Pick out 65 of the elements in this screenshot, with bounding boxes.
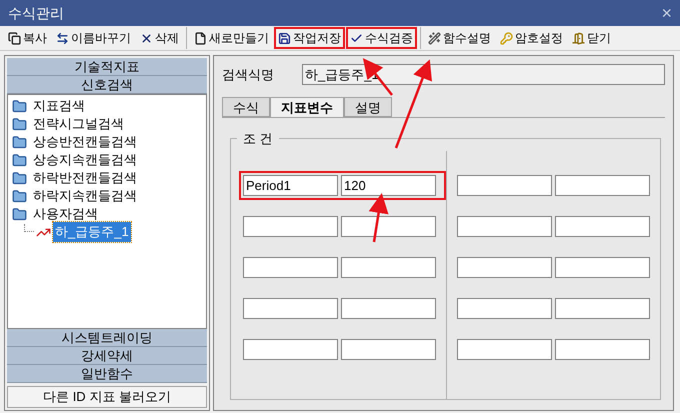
tree-connector bbox=[24, 224, 34, 232]
magic-wand-icon bbox=[428, 32, 441, 44]
input-field[interactable] bbox=[457, 257, 552, 278]
toolbar-button[interactable]: 이름바꾸기 bbox=[52, 27, 135, 49]
tree-item[interactable]: 사용자검색 bbox=[31, 204, 100, 224]
copy-icon bbox=[8, 32, 21, 44]
load-button[interactable]: 다른 ID 지표 불러오기 bbox=[7, 386, 207, 408]
tree-item[interactable]: 전략시그널검색 bbox=[31, 114, 126, 134]
input-field[interactable] bbox=[457, 216, 552, 237]
input-field[interactable] bbox=[243, 216, 338, 237]
window-title: 수식관리 bbox=[8, 4, 64, 22]
section-header[interactable]: 신호검색 bbox=[7, 76, 207, 94]
toolbar-button[interactable]: 함수설명 bbox=[424, 27, 495, 49]
input-field[interactable]: Period1 bbox=[243, 175, 338, 196]
input-field[interactable] bbox=[341, 339, 436, 360]
tree-item[interactable]: 상승지속캔들검색 bbox=[31, 150, 139, 170]
key-icon bbox=[500, 32, 513, 44]
section-header[interactable]: 강세약세 bbox=[7, 347, 207, 365]
tab[interactable]: 수식 bbox=[222, 97, 270, 117]
toolbar-button[interactable]: 수식검증 bbox=[346, 27, 417, 49]
input-field[interactable] bbox=[555, 298, 650, 319]
input-field[interactable] bbox=[555, 175, 650, 196]
folder-icon bbox=[12, 98, 27, 114]
tab[interactable]: 지표변수 bbox=[270, 97, 344, 117]
tree-item[interactable]: 하락지속캔들검색 bbox=[31, 186, 139, 206]
tab[interactable]: 설명 bbox=[344, 97, 392, 117]
section-header[interactable]: 기술적지표 bbox=[7, 58, 207, 76]
toolbar-button[interactable]: 삭제 bbox=[136, 27, 183, 49]
toolbar-button[interactable]: 새로만들기 bbox=[190, 27, 273, 49]
tree-item[interactable]: 하_급등주_1 bbox=[53, 222, 131, 242]
toolbar-button[interactable]: 작업저장 bbox=[274, 27, 345, 49]
arrows-icon bbox=[56, 32, 69, 44]
document-icon bbox=[194, 32, 207, 44]
folder-icon bbox=[12, 170, 27, 186]
input-field[interactable] bbox=[341, 216, 436, 237]
input-field[interactable] bbox=[457, 175, 552, 196]
toolbar-button[interactable]: 암호설정 bbox=[496, 27, 567, 49]
input-field[interactable] bbox=[341, 257, 436, 278]
section-header[interactable]: 일반함수 bbox=[7, 365, 207, 383]
folder-icon bbox=[12, 206, 27, 222]
folder-icon bbox=[12, 152, 27, 168]
input-field[interactable]: 120 bbox=[341, 175, 436, 196]
input-field[interactable] bbox=[555, 216, 650, 237]
folder-icon bbox=[12, 116, 27, 132]
folder-icon bbox=[12, 188, 27, 204]
folder-icon bbox=[12, 134, 27, 150]
toolbar-button[interactable]: 닫기 bbox=[568, 27, 615, 49]
input-field[interactable] bbox=[457, 298, 552, 319]
input-field[interactable] bbox=[243, 298, 338, 319]
input-field[interactable] bbox=[341, 298, 436, 319]
input-field[interactable] bbox=[555, 339, 650, 360]
close-button[interactable]: × bbox=[661, 4, 672, 22]
tree-item[interactable]: 상승반전캔들검색 bbox=[31, 132, 139, 152]
input-field[interactable] bbox=[555, 257, 650, 278]
toolbar-button[interactable]: 복사 bbox=[4, 27, 51, 49]
tree-item[interactable]: 하락반전캔들검색 bbox=[31, 168, 139, 188]
x-icon bbox=[140, 32, 153, 44]
section-header[interactable]: 시스템트레이딩 bbox=[7, 329, 207, 347]
input-field[interactable] bbox=[243, 339, 338, 360]
input-field[interactable] bbox=[243, 257, 338, 278]
tree-item[interactable]: 지표검색 bbox=[31, 96, 87, 116]
checkmark-icon bbox=[350, 32, 363, 44]
field-label: 검색식명 bbox=[222, 66, 275, 84]
door-icon bbox=[572, 32, 585, 44]
input-field[interactable] bbox=[457, 339, 552, 360]
